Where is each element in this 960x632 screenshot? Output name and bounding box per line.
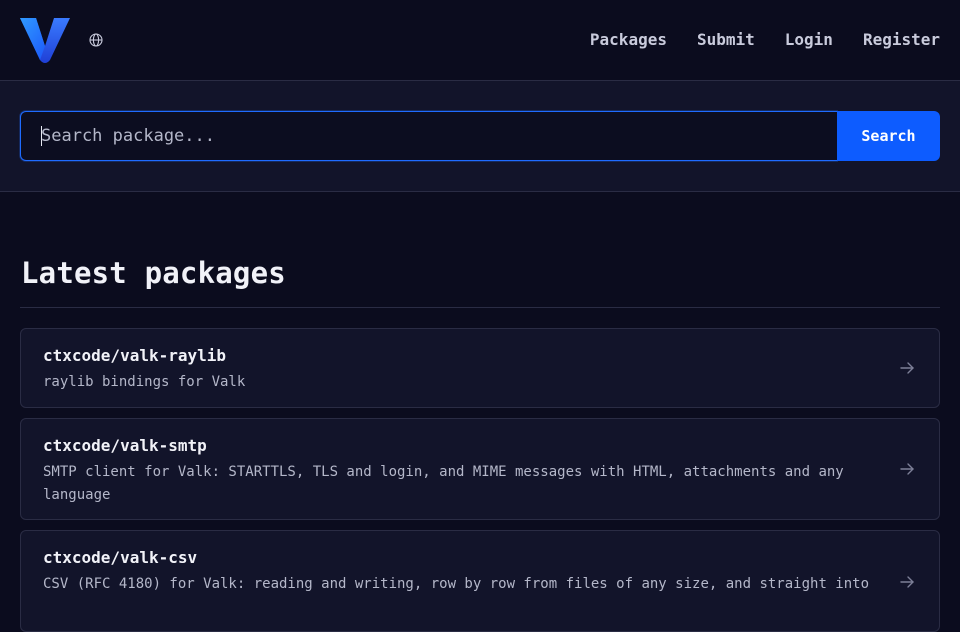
package-card[interactable]: ctxcode/valk-raylib raylib bindings for … [20,328,940,408]
arrow-right-icon [900,362,914,374]
package-name: ctxcode/valk-raylib [43,346,227,365]
top-header: Packages Submit Login Register [0,0,960,81]
package-description: raylib bindings for Valk [43,374,246,390]
text-caret [41,126,42,146]
title-divider [20,307,940,308]
search-button[interactable]: Search [837,111,940,161]
nav-packages-link[interactable]: Packages [590,30,667,50]
page-title: Latest packages [21,256,286,290]
search-band: Search [0,81,960,192]
nav-login-link[interactable]: Login [785,30,833,50]
nav-register-link[interactable]: Register [863,30,940,50]
arrow-right-icon [900,463,914,475]
package-card[interactable]: ctxcode/valk-smtp SMTP client for Valk: … [20,418,940,520]
main-nav: Packages Submit Login Register [560,30,940,50]
search-input[interactable] [20,111,837,161]
valk-logo-icon[interactable] [20,16,70,64]
package-card[interactable]: ctxcode/valk-csv CSV (RFC 4180) for Valk… [20,530,940,632]
nav-submit-link[interactable]: Submit [697,30,755,50]
package-name: ctxcode/valk-smtp [43,436,207,455]
package-description: SMTP client for Valk: STARTTLS, TLS and … [43,464,844,503]
package-name: ctxcode/valk-csv [43,548,198,567]
globe-icon[interactable] [89,33,103,47]
package-description: CSV (RFC 4180) for Valk: reading and wri… [43,576,870,592]
arrow-right-icon [900,576,914,588]
